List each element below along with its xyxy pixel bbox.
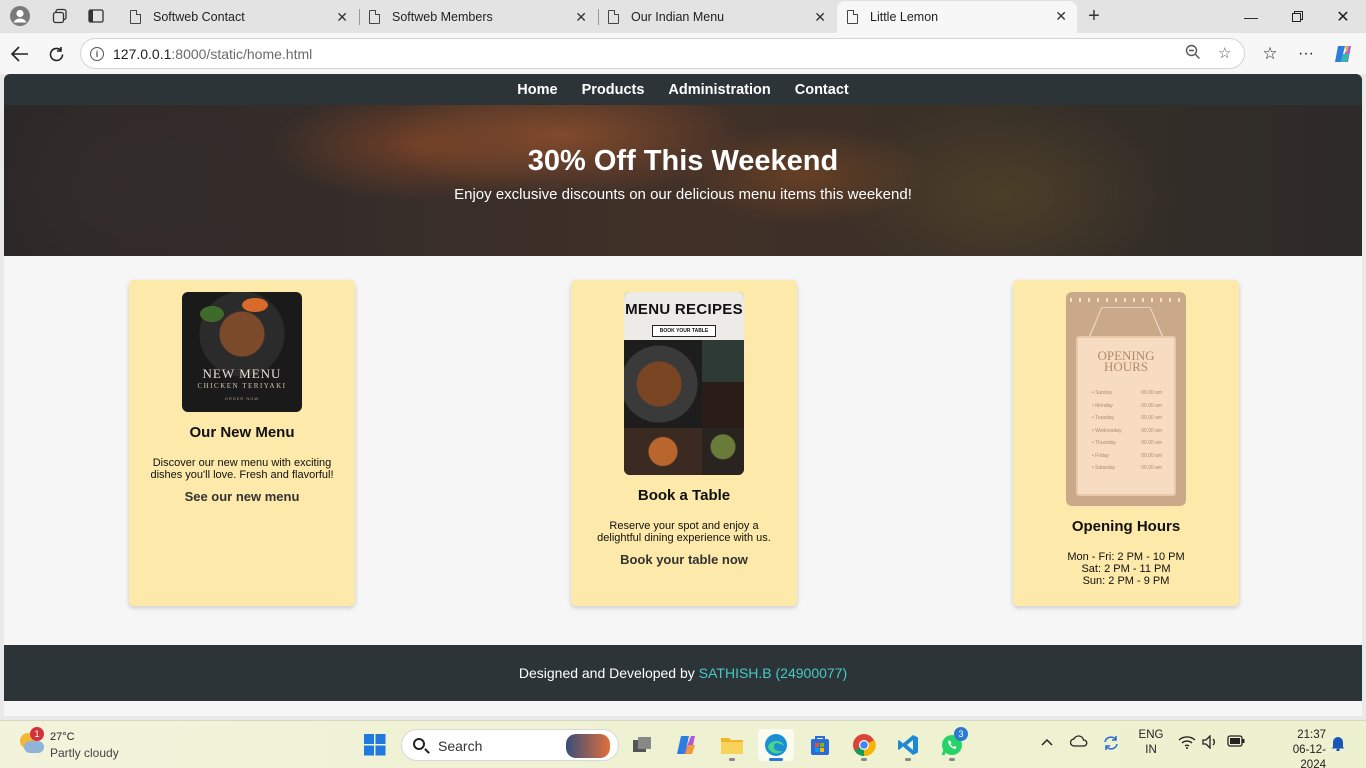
hero-title: 30% Off This Weekend [527, 145, 839, 177]
card-book-table: MENU RECIPES BOOK YOUR TABLE Book a Tabl… [571, 280, 797, 606]
favorite-icon[interactable]: ☆ [1218, 44, 1231, 62]
zoom-icon[interactable] [1185, 44, 1201, 64]
copilot-icon[interactable] [1330, 41, 1356, 67]
taskbar: 1 27°C Partly cloudy Search 3 ENG IN 21:… [0, 720, 1366, 768]
browser-tab-strip: Softweb Contact ✕ Softweb Members ✕ Our … [0, 0, 1366, 33]
clock[interactable]: 21:37 06-12-2024 [1276, 728, 1326, 768]
page-icon [369, 10, 380, 24]
tab-softweb-contact[interactable]: Softweb Contact ✕ [120, 2, 358, 32]
search-label: Search [438, 738, 483, 754]
opening-hours-list: Mon - Fri: 2 PM - 10 PM Sat: 2 PM - 11 P… [1013, 551, 1239, 587]
card-title: Our New Menu [189, 424, 295, 441]
tab-title: Softweb Members [392, 10, 493, 24]
feature-cards: NEW MENU CHICKEN TERIYAKI ORDER NOW Our … [4, 256, 1362, 645]
taskbar-search[interactable]: Search [401, 729, 619, 761]
nav-administration[interactable]: Administration [668, 82, 770, 98]
nav-contact[interactable]: Contact [795, 82, 849, 98]
language-indicator[interactable]: ENG IN [1136, 728, 1166, 758]
book-table-link[interactable]: Book your table now [620, 552, 748, 567]
tab-title: Our Indian Menu [631, 10, 725, 24]
edge-browser-icon[interactable] [758, 729, 794, 761]
sync-icon[interactable] [1102, 735, 1120, 754]
copilot-app-icon[interactable] [669, 729, 705, 761]
page-icon [847, 10, 858, 24]
hero-banner: 30% Off This Weekend Enjoy exclusive dis… [4, 105, 1362, 256]
site-navbar: Home Products Administration Contact [4, 74, 1362, 105]
page-icon [130, 10, 141, 24]
reload-icon[interactable] [43, 41, 69, 67]
page-viewport: Home Products Administration Contact 30%… [4, 74, 1362, 716]
weather-badge: 1 [30, 727, 44, 741]
weather-temp: 27°C [50, 731, 75, 743]
clock-date: 06-12-2024 [1292, 744, 1326, 768]
hours-weekdays: Mon - Fri: 2 PM - 10 PM [1067, 551, 1185, 563]
card-title: Opening Hours [1071, 518, 1181, 535]
card-description: Discover our new menu with exciting dish… [150, 457, 334, 481]
back-icon[interactable] [7, 41, 33, 67]
site-info-icon[interactable]: i [90, 47, 104, 61]
close-tab-icon[interactable]: ✕ [575, 9, 587, 26]
card-title: Book a Table [637, 487, 731, 504]
card-description: Reserve your spot and enjoy a delightful… [597, 520, 771, 544]
profile-icon[interactable] [7, 4, 33, 28]
close-tab-icon[interactable]: ✕ [814, 9, 826, 26]
search-highlight-image [566, 734, 610, 758]
hero-subtitle: Enjoy exclusive discounts on our delicio… [454, 186, 912, 203]
notification-bell-icon[interactable] [1331, 735, 1345, 754]
opening-hours-image: OPENING HOURS • Sunday 00.00 am • Monday 00… [1066, 292, 1186, 506]
more-icon[interactable]: ··· [1293, 41, 1319, 67]
clock-time: 21:37 [1297, 729, 1326, 741]
site-footer: Designed and Developed by SATHISH.B (249… [4, 645, 1362, 701]
tab-title: Little Lemon [870, 10, 939, 24]
search-icon [413, 738, 425, 750]
onedrive-icon[interactable] [1069, 735, 1088, 750]
file-explorer-icon[interactable] [714, 729, 750, 761]
tab-little-lemon[interactable]: Little Lemon ✕ [837, 1, 1077, 33]
microsoft-store-icon[interactable] [802, 729, 838, 761]
url-text[interactable]: 127.0.0.1:8000/static/home.html [113, 46, 312, 62]
vscode-icon[interactable] [890, 729, 926, 761]
workspaces-icon[interactable] [47, 4, 73, 28]
nav-home[interactable]: Home [517, 82, 557, 98]
menu-recipes-image: MENU RECIPES BOOK YOUR TABLE [624, 292, 744, 475]
start-button[interactable] [357, 729, 393, 761]
whatsapp-badge: 3 [954, 727, 968, 741]
url-bar[interactable]: i 127.0.0.1:8000/static/home.html ☆ [80, 38, 1245, 69]
nav-products[interactable]: Products [582, 82, 645, 98]
close-tab-icon[interactable]: ✕ [336, 9, 348, 26]
restore-icon[interactable] [1274, 0, 1320, 33]
battery-icon[interactable] [1227, 735, 1245, 750]
card-opening-hours: OPENING HOURS • Sunday 00.00 am • Monday 00… [1013, 280, 1239, 606]
show-hidden-icons[interactable] [1041, 735, 1053, 749]
address-bar-row: i 127.0.0.1:8000/static/home.html ☆ ☆ ··… [0, 33, 1366, 74]
close-window-icon[interactable]: ✕ [1320, 0, 1366, 33]
footer-text: Designed and Developed by [518, 665, 695, 681]
new-tab-icon[interactable]: + [1081, 4, 1107, 28]
whatsapp-icon[interactable]: 3 [934, 727, 970, 761]
tab-title: Softweb Contact [153, 10, 245, 24]
favorites-icon[interactable]: ☆ [1257, 41, 1283, 67]
page-icon [608, 10, 619, 24]
tab-actions-icon[interactable] [83, 4, 109, 28]
hours-saturday: Sat: 2 PM - 11 PM [1081, 563, 1171, 575]
tab-our-indian-menu[interactable]: Our Indian Menu ✕ [598, 2, 836, 32]
tab-softweb-members[interactable]: Softweb Members ✕ [359, 2, 597, 32]
wifi-icon[interactable] [1178, 735, 1196, 752]
weather-condition: Partly cloudy [50, 746, 119, 760]
close-tab-icon[interactable]: ✕ [1055, 8, 1067, 25]
card-new-menu: NEW MENU CHICKEN TERIYAKI ORDER NOW Our … [129, 280, 355, 606]
weather-widget[interactable]: 1 27°C Partly cloudy [16, 727, 136, 763]
new-menu-image: NEW MENU CHICKEN TERIYAKI ORDER NOW [182, 292, 302, 412]
see-new-menu-link[interactable]: See our new menu [185, 489, 300, 504]
volume-icon[interactable] [1202, 734, 1218, 752]
task-view-icon[interactable] [624, 729, 660, 761]
chrome-icon[interactable] [846, 729, 882, 761]
footer-author: SATHISH.B (24900077) [698, 665, 848, 681]
hours-sunday: Sun: 2 PM - 9 PM [1082, 575, 1170, 587]
minimize-icon[interactable]: — [1228, 0, 1274, 33]
